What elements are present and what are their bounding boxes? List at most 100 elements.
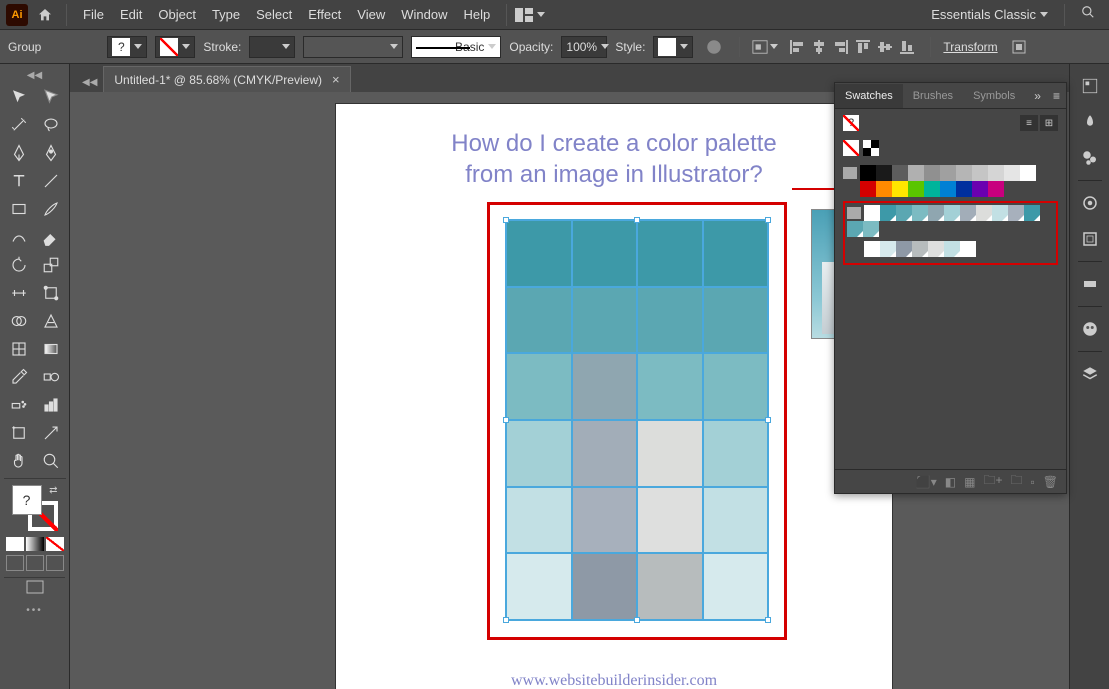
palette-cell[interactable] <box>506 287 572 354</box>
swatch-libraries-icon[interactable]: ⬛▾ <box>916 475 937 489</box>
swatch[interactable] <box>1024 205 1040 221</box>
swatch[interactable] <box>864 205 880 221</box>
collapse-toolbox-icon[interactable]: ◀◀ <box>4 70 65 84</box>
menu-select[interactable]: Select <box>248 3 300 26</box>
swatch[interactable] <box>860 181 876 197</box>
swatch[interactable] <box>928 241 944 257</box>
swatch[interactable] <box>944 205 960 221</box>
panel-menu-icon[interactable]: ≡ <box>1047 85 1066 107</box>
new-folder-icon[interactable]: 🗀 <box>1010 471 1022 492</box>
show-swatch-kinds-icon[interactable]: ◧ <box>945 475 956 489</box>
tab-swatches[interactable]: Swatches <box>835 84 903 108</box>
swatch[interactable] <box>912 241 928 257</box>
lasso-tool-icon[interactable] <box>36 112 66 138</box>
swatch[interactable] <box>880 205 896 221</box>
appearance-panel-icon[interactable] <box>1076 315 1104 343</box>
palette-cell[interactable] <box>703 420 769 487</box>
gradient-mode-icon[interactable] <box>26 537 44 551</box>
collapse-tabstrip-icon[interactable]: ◀◀ <box>76 73 103 92</box>
blend-tool-icon[interactable] <box>36 364 66 390</box>
screen-mode-icon[interactable] <box>26 580 44 599</box>
type-tool-icon[interactable] <box>4 168 34 194</box>
style-swatch[interactable] <box>653 36 693 58</box>
swatch[interactable] <box>864 241 880 257</box>
selection-handle[interactable] <box>634 617 640 623</box>
shape-builder-tool-icon[interactable] <box>4 308 34 334</box>
none-mode-icon[interactable] <box>46 537 64 551</box>
swatch[interactable] <box>892 165 908 181</box>
palette-cell[interactable] <box>637 420 703 487</box>
swatch-options-icon[interactable]: ▦ <box>964 475 975 489</box>
swatch[interactable] <box>924 165 940 181</box>
layers-panel-icon[interactable] <box>1076 360 1104 388</box>
menu-effect[interactable]: Effect <box>300 3 349 26</box>
align-top-icon[interactable] <box>852 35 874 59</box>
swatch[interactable] <box>1008 205 1024 221</box>
draw-normal-icon[interactable] <box>6 555 24 571</box>
menu-window[interactable]: Window <box>393 3 455 26</box>
swatch[interactable] <box>1020 165 1036 181</box>
mesh-tool-icon[interactable] <box>4 336 34 362</box>
swatch[interactable] <box>956 181 972 197</box>
transform-link[interactable]: Transform <box>943 40 997 54</box>
eraser-tool-icon[interactable] <box>36 224 66 250</box>
swatch[interactable] <box>908 181 924 197</box>
palette-cell[interactable] <box>637 353 703 420</box>
home-icon[interactable] <box>32 3 58 27</box>
selection-handle[interactable] <box>503 417 509 423</box>
registration-swatch-icon[interactable] <box>863 140 879 156</box>
swatch[interactable] <box>976 205 992 221</box>
slice-tool-icon[interactable] <box>36 420 66 446</box>
color-mode-icon[interactable] <box>6 537 24 551</box>
tab-symbols[interactable]: Symbols <box>963 84 1025 108</box>
scale-tool-icon[interactable] <box>36 252 66 278</box>
symbols-panel-icon[interactable] <box>1076 189 1104 217</box>
arrange-documents-icon[interactable] <box>515 8 545 22</box>
selection-handle[interactable] <box>634 217 640 223</box>
selection-handle[interactable] <box>503 217 509 223</box>
swatch[interactable] <box>940 165 956 181</box>
draw-inside-icon[interactable] <box>46 555 64 571</box>
hand-tool-icon[interactable] <box>4 448 34 474</box>
curvature-tool-icon[interactable] <box>36 140 66 166</box>
palette-cell[interactable] <box>637 287 703 354</box>
opacity-field[interactable]: 100% <box>561 36 607 58</box>
swap-fill-stroke-icon[interactable]: ⇄ <box>49 485 57 496</box>
swatch[interactable] <box>924 181 940 197</box>
properties-panel-icon[interactable] <box>1076 72 1104 100</box>
stroke-panel-icon[interactable] <box>1076 225 1104 253</box>
brushes-panel-icon[interactable] <box>1076 144 1104 172</box>
menu-type[interactable]: Type <box>204 3 248 26</box>
width-tool-icon[interactable] <box>4 280 34 306</box>
palette-cell[interactable] <box>572 420 638 487</box>
palette-cell[interactable] <box>703 220 769 287</box>
paintbrush-tool-icon[interactable] <box>36 196 66 222</box>
palette-cell[interactable] <box>703 553 769 620</box>
color-palette-grid[interactable] <box>506 220 768 620</box>
menu-file[interactable]: File <box>75 3 112 26</box>
line-tool-icon[interactable] <box>36 168 66 194</box>
brush-field[interactable]: Basic <box>411 36 501 58</box>
palette-cell[interactable] <box>572 553 638 620</box>
edit-toolbar-icon[interactable]: ••• <box>26 605 43 616</box>
rotate-tool-icon[interactable] <box>4 252 34 278</box>
align-bottom-icon[interactable] <box>896 35 918 59</box>
swatch[interactable] <box>956 165 972 181</box>
swatch[interactable] <box>847 221 863 237</box>
new-swatch-icon[interactable]: ▫ <box>1031 475 1035 489</box>
search-icon[interactable] <box>1073 5 1103 24</box>
palette-cell[interactable] <box>637 553 703 620</box>
swatch[interactable] <box>972 165 988 181</box>
swatch[interactable] <box>896 241 912 257</box>
none-swatch-icon[interactable] <box>843 140 859 156</box>
swatch[interactable] <box>988 165 1004 181</box>
palette-cell[interactable] <box>637 220 703 287</box>
stroke-weight-field[interactable] <box>249 36 295 58</box>
selection-handle[interactable] <box>503 617 509 623</box>
app-icon[interactable]: Ai <box>6 4 28 26</box>
tab-brushes[interactable]: Brushes <box>903 84 963 108</box>
swatch[interactable] <box>896 205 912 221</box>
palette-cell[interactable] <box>572 287 638 354</box>
recolor-icon[interactable] <box>701 35 727 59</box>
menu-object[interactable]: Object <box>150 3 204 26</box>
